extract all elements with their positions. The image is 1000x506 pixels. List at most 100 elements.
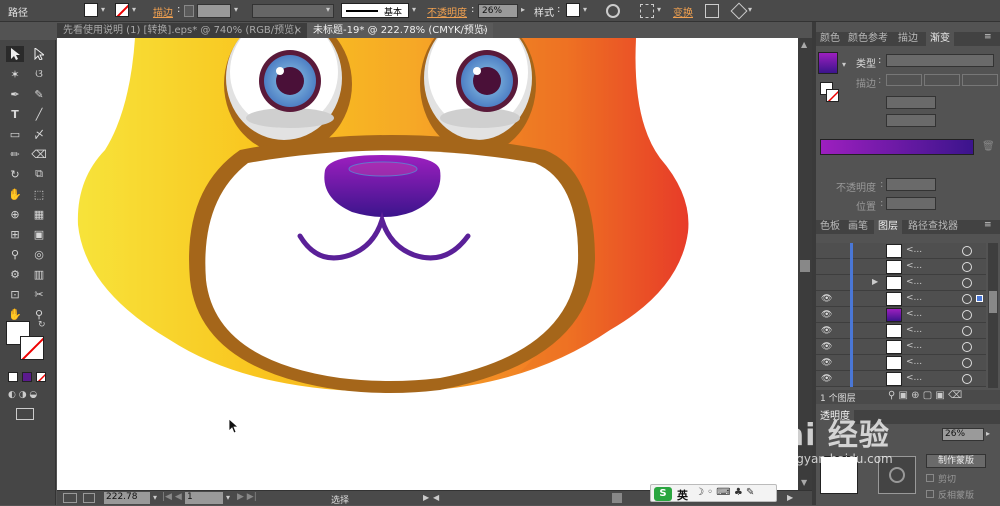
column-graph-icon[interactable]: ▥ (30, 266, 48, 282)
opacity-label[interactable]: 不透明度 (427, 4, 467, 19)
curvature-tool-icon[interactable]: ✎ (30, 86, 48, 102)
layer-row[interactable]: 👁 <... (816, 291, 986, 307)
target-icon[interactable] (962, 262, 972, 272)
eye-icon[interactable]: 👁 (821, 358, 833, 368)
mesh-tool-icon[interactable]: ⊞ (6, 226, 24, 242)
stroke-swatch[interactable] (115, 3, 129, 17)
variable-width-field[interactable] (252, 4, 334, 18)
swap-icon[interactable]: ↻ (38, 320, 46, 330)
gradient-slider[interactable] (820, 139, 974, 155)
gradient-type-select[interactable] (886, 54, 994, 67)
align-icon[interactable] (640, 4, 654, 18)
layer-row[interactable]: <... (816, 259, 986, 275)
line-tool-icon[interactable]: ╱ (30, 106, 48, 122)
clip-checkbox[interactable] (926, 474, 934, 482)
isolate-icon[interactable] (705, 4, 719, 18)
draw-modes-icon[interactable]: ◐ ◑ ◒ (8, 390, 46, 400)
artboard-nav-icon[interactable] (63, 493, 77, 503)
target-icon[interactable] (962, 358, 972, 368)
color-mode-icon[interactable] (8, 372, 18, 382)
doc-tab-2[interactable]: 未标题-19* @ 222.78% (CMYK/预览) × (307, 23, 493, 38)
layer-row[interactable]: ▶ <... (816, 275, 986, 291)
stroke-profile-field[interactable]: 基本 (341, 3, 409, 18)
gradient-stroke-swatch[interactable] (826, 89, 839, 102)
hscroll-right-icon[interactable]: ▶ (787, 493, 793, 502)
magic-wand-icon[interactable]: ✶ (6, 66, 24, 82)
opacity-field[interactable]: 26% (478, 4, 518, 18)
tab-gradient[interactable]: 渐变 (926, 32, 954, 46)
eye-icon[interactable]: 👁 (821, 342, 833, 352)
panel-menu-icon[interactable]: ≡ (984, 220, 992, 230)
type-tool-icon[interactable]: T (6, 106, 24, 122)
layer-row[interactable]: 👁 <... (816, 371, 986, 387)
page-field[interactable]: 1 (185, 492, 223, 504)
layer-row[interactable]: <... (816, 243, 986, 259)
panel-menu-icon[interactable]: ≡ (984, 32, 992, 42)
target-icon[interactable] (962, 326, 972, 336)
transform-label[interactable]: 变换 (673, 4, 693, 19)
pen-tool-icon[interactable]: ✒ (6, 86, 24, 102)
lasso-icon[interactable]: ଓ (30, 66, 48, 82)
stroke-label[interactable]: 描边 (153, 4, 173, 19)
stop-opacity-field[interactable] (886, 178, 936, 191)
ime-lang[interactable]: 英 (677, 487, 688, 503)
scroll-up-icon[interactable]: ▲ (801, 40, 807, 49)
recolor-icon[interactable] (606, 4, 620, 18)
layer-row[interactable]: 👁 <... (816, 355, 986, 371)
hscroll-left-icon[interactable]: ◀ (433, 493, 439, 502)
layers-scroll-thumb[interactable] (989, 291, 997, 313)
layer-actions-icons[interactable]: ⚲ ▣ ⊕ ▢ ▣ ⌫ (888, 390, 962, 401)
options-icon[interactable] (730, 2, 748, 20)
layer-row[interactable]: 👁 <... (816, 307, 986, 323)
gradient-mode-icon[interactable] (22, 372, 32, 382)
direct-selection-tool-icon[interactable] (30, 46, 48, 62)
tab-swatches[interactable]: 色板 (816, 220, 844, 234)
scroll-down-icon[interactable]: ▼ (801, 478, 807, 487)
stroke-weight-stepper[interactable] (184, 5, 194, 17)
prev-artboard-icon[interactable]: |◀ ◀ (162, 492, 182, 502)
stroke-dropdown-icon[interactable]: ▾ (132, 5, 136, 14)
target-icon[interactable] (962, 374, 972, 384)
status-menu-icon[interactable]: ▶ (423, 493, 429, 502)
close-icon[interactable]: × (294, 23, 302, 38)
blend-tool-icon[interactable]: ◎ (30, 246, 48, 262)
hscroll-thumb[interactable] (612, 493, 622, 503)
delete-stop-icon[interactable]: 🗑 (982, 141, 995, 152)
eyedropper-icon[interactable]: ⚲ (6, 246, 24, 262)
none-mode-icon[interactable] (36, 372, 46, 382)
pencil-tool-icon[interactable]: ✏ (6, 146, 24, 162)
eye-icon[interactable]: 👁 (821, 374, 833, 384)
export-icon[interactable] (83, 493, 95, 503)
target-icon[interactable] (962, 278, 972, 288)
fill-dropdown-icon[interactable]: ▾ (101, 5, 105, 14)
artboard-tool-icon[interactable]: ⊡ (6, 286, 24, 302)
screen-mode-icon[interactable] (16, 408, 34, 420)
angle-field[interactable] (886, 96, 936, 109)
target-icon[interactable] (962, 246, 972, 256)
tab-pathfinder[interactable]: 路径查找器 (904, 220, 962, 234)
tab-stroke[interactable]: 描边 (894, 32, 922, 46)
gradient-preview[interactable] (818, 52, 838, 74)
gradient-tool-icon[interactable]: ▣ (30, 226, 48, 242)
eye-icon[interactable]: 👁 (821, 294, 833, 304)
close-icon[interactable]: × (480, 23, 488, 38)
tab-color-guide[interactable]: 颜色参考 (844, 32, 892, 46)
tab-brushes[interactable]: 画笔 (844, 220, 872, 234)
perspective-grid-icon[interactable]: ▦ (30, 206, 48, 222)
rotate-tool-icon[interactable]: ↻ (6, 166, 24, 182)
symbol-sprayer-icon[interactable]: ⚙ (6, 266, 24, 282)
sogou-icon[interactable]: S (654, 487, 672, 501)
target-icon[interactable] (962, 310, 972, 320)
layers-scrollbar[interactable] (988, 243, 998, 388)
layer-row[interactable]: 👁 <... (816, 339, 986, 355)
selection-tool-icon[interactable] (6, 46, 24, 62)
warp-tool-icon[interactable]: ✋ (6, 186, 24, 202)
scroll-thumb[interactable] (800, 260, 810, 272)
target-icon[interactable] (962, 294, 972, 304)
shape-builder-icon[interactable]: ⊕ (6, 206, 24, 222)
stroke-weight-field[interactable] (197, 4, 231, 18)
aspect-field[interactable] (886, 114, 936, 127)
expand-icon[interactable]: ▶ (872, 277, 878, 286)
tab-color[interactable]: 颜色 (816, 32, 844, 46)
tab-layers[interactable]: 图层 (874, 220, 902, 234)
